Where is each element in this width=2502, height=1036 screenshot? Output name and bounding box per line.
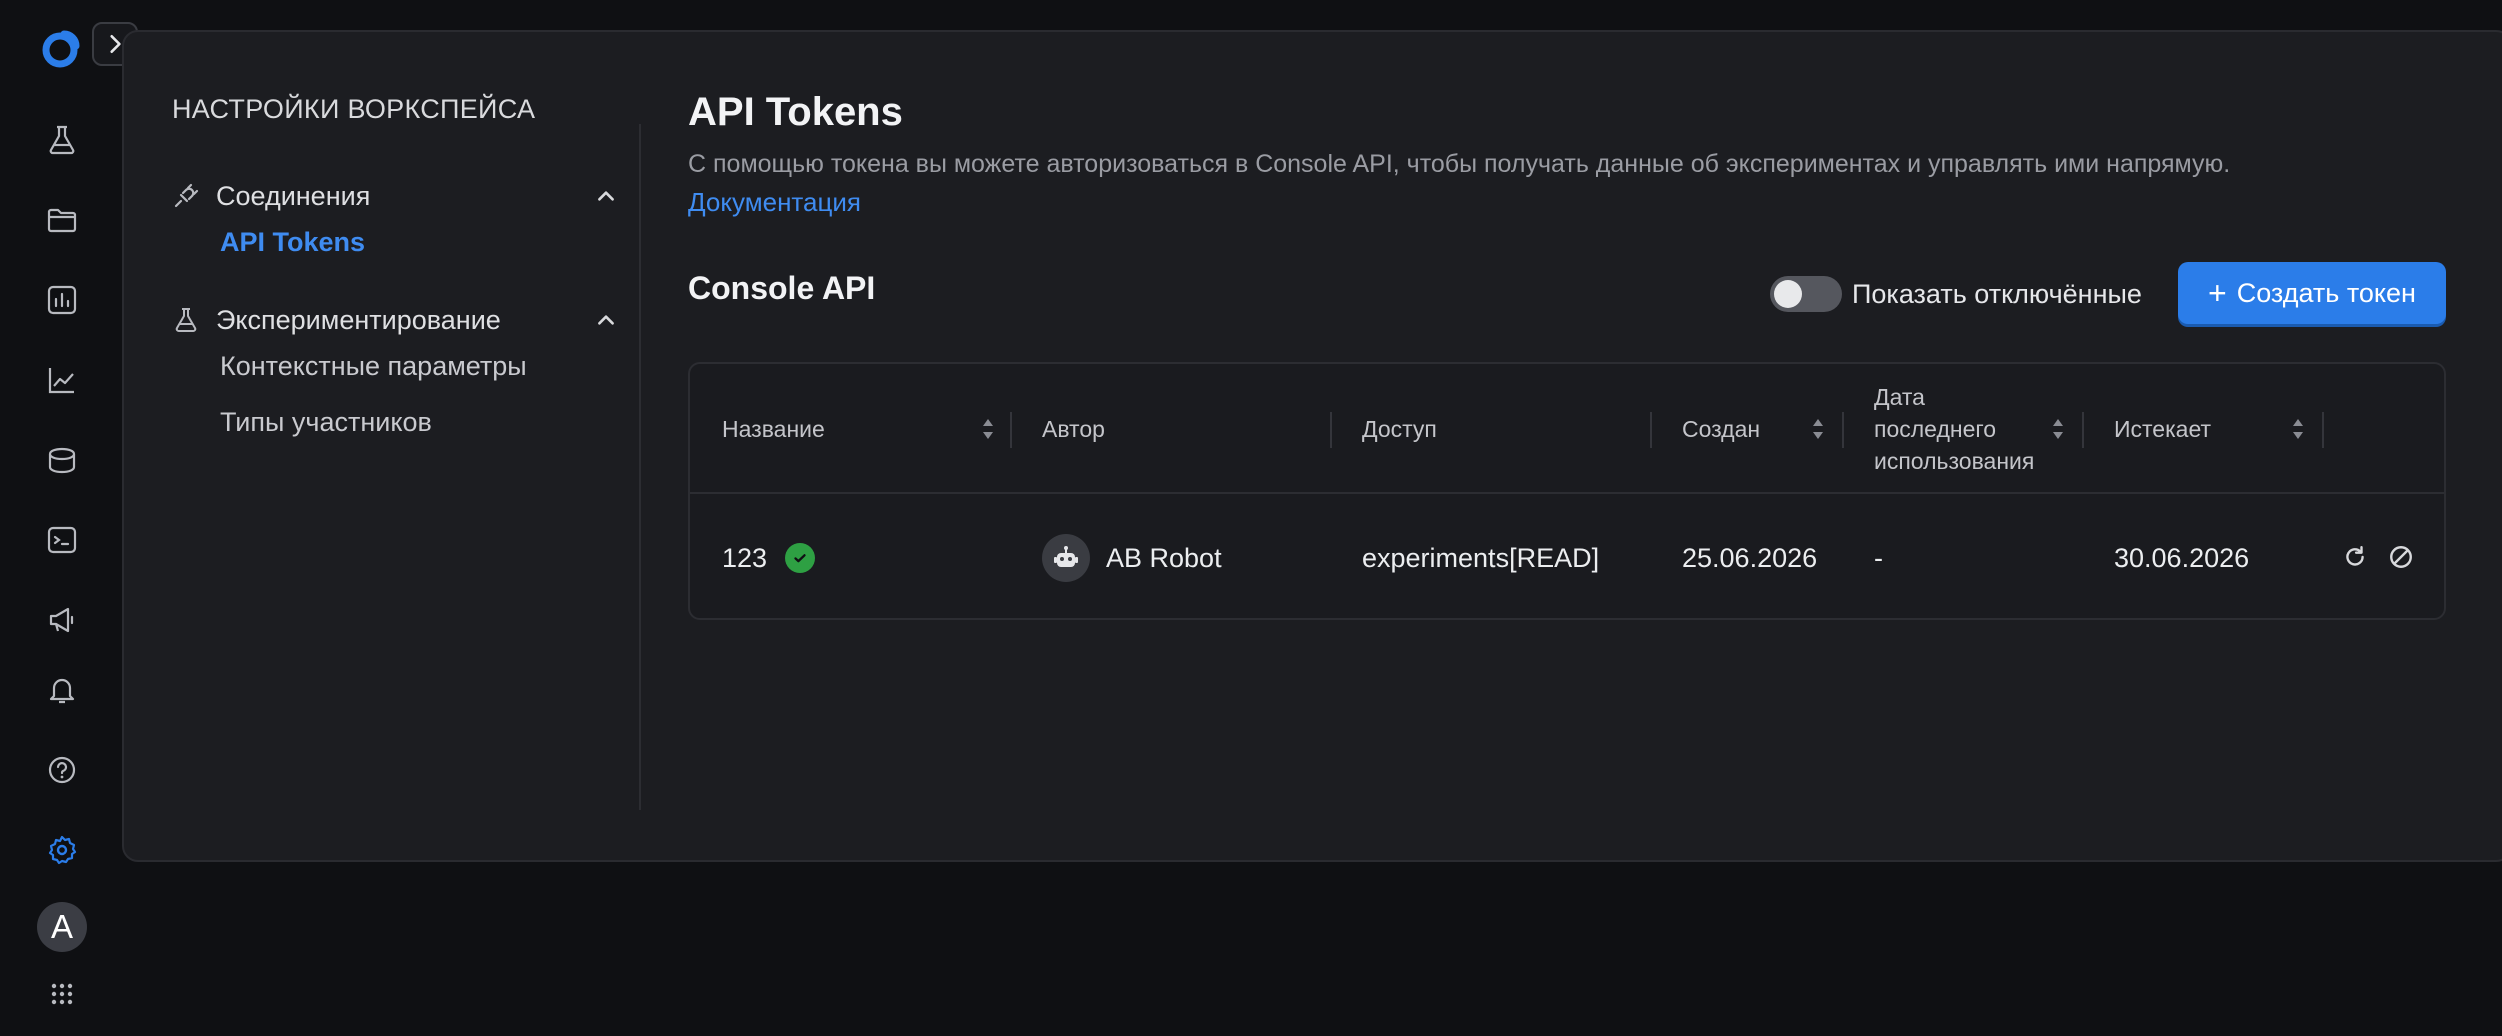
user-avatar[interactable]: A bbox=[37, 902, 87, 952]
cell-created: 25.06.2026 bbox=[1682, 542, 1818, 573]
column-label: Создан bbox=[1682, 415, 1761, 442]
table-header: Название Автор Доступ Создан Дата послед… bbox=[690, 364, 2444, 494]
page-title: API Tokens bbox=[688, 90, 903, 134]
chevron-up-icon[interactable] bbox=[595, 309, 617, 331]
page-description: С помощью токена вы можете авторизоватьс… bbox=[688, 150, 2231, 178]
show-disabled-label: Показать отключённые bbox=[1852, 278, 2142, 309]
column-label: Истекает bbox=[2114, 415, 2212, 442]
disable-icon[interactable] bbox=[2386, 542, 2416, 572]
cell-last-used: - bbox=[1874, 542, 1883, 573]
terminal-icon[interactable] bbox=[38, 516, 86, 564]
avatar-letter: A bbox=[50, 908, 73, 945]
cell-name: 123 bbox=[690, 496, 1010, 620]
column-header-author: Автор bbox=[1010, 364, 1330, 494]
create-token-label: Создать токен bbox=[2236, 277, 2416, 308]
documentation-link[interactable]: Документация bbox=[688, 187, 861, 218]
sort-icon[interactable] bbox=[2050, 414, 2066, 444]
nav-divider bbox=[639, 124, 641, 810]
author-name: AB Robot bbox=[1106, 542, 1222, 573]
check-circle-icon bbox=[785, 543, 816, 573]
column-header-name[interactable]: Название bbox=[690, 364, 1012, 494]
sort-icon[interactable] bbox=[2290, 414, 2306, 444]
robot-icon bbox=[1042, 534, 1090, 582]
help-icon[interactable] bbox=[38, 746, 86, 794]
nav-item-context-params[interactable]: Контекстные параметры bbox=[220, 346, 527, 386]
column-label: Название bbox=[722, 415, 825, 442]
table-row[interactable]: 123 AB Robot experiments[READ] 25.06.202… bbox=[690, 496, 2444, 620]
plus-icon: + bbox=[2208, 275, 2227, 311]
token-name: 123 bbox=[722, 542, 768, 573]
folder-icon[interactable] bbox=[38, 196, 86, 244]
tokens-table: Название Автор Доступ Создан Дата послед… bbox=[688, 362, 2446, 620]
create-token-button[interactable]: + Создать токен bbox=[2178, 262, 2446, 324]
cell-author: AB Robot bbox=[1010, 496, 1330, 620]
section-title: Console API bbox=[688, 270, 876, 306]
sort-icon[interactable] bbox=[1810, 414, 1826, 444]
nav-item-api-tokens[interactable]: API Tokens bbox=[220, 222, 365, 262]
nav-group-connections[interactable]: Соединения bbox=[172, 174, 617, 218]
column-header-last-used[interactable]: Дата последнего использования bbox=[1842, 364, 2082, 494]
cell-access: experiments[READ] bbox=[1362, 542, 1600, 573]
nav-item-participant-types[interactable]: Типы участников bbox=[220, 402, 432, 442]
cell-expires: 30.06.2026 bbox=[2114, 542, 2250, 573]
flask-icon[interactable] bbox=[38, 116, 86, 164]
app-rail: A bbox=[0, 0, 122, 1036]
chevron-up-icon[interactable] bbox=[595, 185, 617, 207]
package-icon[interactable] bbox=[38, 436, 86, 484]
column-label: Дата последнего использования bbox=[1874, 384, 2035, 474]
column-label: Автор bbox=[1042, 415, 1105, 442]
line-chart-icon[interactable] bbox=[38, 356, 86, 404]
settings-nav-title: НАСТРОЙКИ ВОРКСПЕЙСА bbox=[172, 94, 536, 124]
app-logo[interactable] bbox=[38, 22, 88, 72]
bell-icon[interactable] bbox=[38, 666, 86, 714]
column-separator bbox=[2322, 412, 2324, 448]
column-label: Доступ bbox=[1362, 415, 1437, 442]
column-header-expires[interactable]: Истекает bbox=[2082, 364, 2322, 494]
plug-icon bbox=[174, 183, 199, 208]
column-header-access: Доступ bbox=[1330, 364, 1650, 494]
flask-icon bbox=[175, 308, 197, 332]
settings-panel: НАСТРОЙКИ ВОРКСПЕЙСА Соединения API Toke… bbox=[122, 30, 2502, 862]
megaphone-icon[interactable] bbox=[38, 596, 86, 644]
nav-group-label: Соединения bbox=[216, 180, 371, 211]
refresh-icon[interactable] bbox=[2340, 542, 2370, 572]
column-header-created[interactable]: Создан bbox=[1650, 364, 1842, 494]
apps-grid-icon[interactable] bbox=[38, 970, 86, 1018]
sort-icon[interactable] bbox=[980, 414, 996, 444]
gear-icon[interactable] bbox=[38, 826, 86, 874]
bar-chart-icon[interactable] bbox=[38, 276, 86, 324]
toggle-knob bbox=[1774, 280, 1802, 308]
show-disabled-toggle[interactable] bbox=[1770, 276, 1842, 312]
nav-group-label: Экспериментирование bbox=[216, 304, 501, 335]
nav-group-experimentation[interactable]: Экспериментирование bbox=[172, 298, 617, 342]
